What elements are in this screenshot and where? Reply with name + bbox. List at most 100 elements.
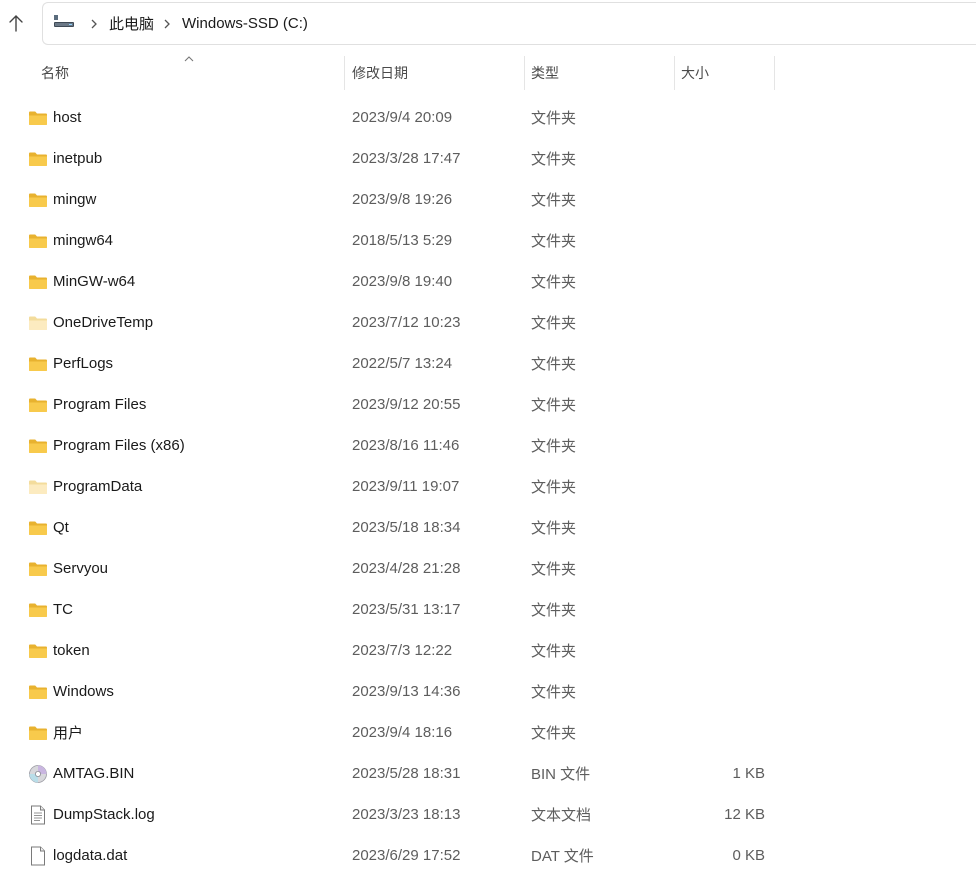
file-row[interactable]: Windows 2023/9/13 14:36 文件夹 (0, 671, 976, 712)
file-row[interactable]: logdata.dat 2023/6/29 17:52 DAT 文件 0 KB (0, 835, 976, 876)
file-date: 2022/5/7 13:24 (352, 355, 453, 372)
folder-icon (27, 220, 49, 261)
file-row[interactable]: Program Files (x86) 2023/8/16 11:46 文件夹 (0, 425, 976, 466)
file-size (680, 507, 765, 548)
folder-icon (27, 138, 49, 179)
file-size (680, 384, 765, 425)
file-row[interactable]: DumpStack.log 2023/3/23 18:13 文本文档 12 KB (0, 794, 976, 835)
file-name: DumpStack.log (53, 806, 155, 823)
file-type: 文件夹 (531, 233, 577, 250)
file-size (680, 466, 765, 507)
file-row[interactable]: ProgramData 2023/9/11 19:07 文件夹 (0, 466, 976, 507)
file-date: 2023/9/4 18:16 (352, 724, 453, 741)
file-row[interactable]: mingw64 2018/5/13 5:29 文件夹 (0, 220, 976, 261)
file-name: Program Files (53, 396, 147, 413)
file-name: Program Files (x86) (53, 437, 185, 454)
file-size: 0 KB (732, 847, 765, 864)
file-size (680, 548, 765, 589)
file-date: 2023/9/13 14:36 (352, 683, 461, 700)
file-size (680, 179, 765, 220)
folder-icon (27, 425, 49, 466)
file-row[interactable]: host 2023/9/4 20:09 文件夹 (0, 97, 976, 138)
file-date: 2023/3/23 18:13 (352, 806, 461, 823)
this-pc-icon (54, 14, 74, 27)
file-size: 12 KB (724, 806, 765, 823)
column-header-row: 名称 修改日期 类型 大小 (0, 54, 976, 92)
address-bar[interactable]: 此电脑 Windows-SSD (C:) (42, 2, 976, 45)
column-divider[interactable] (344, 56, 345, 90)
breadcrumb-this-pc[interactable]: 此电脑 (109, 13, 154, 34)
file-date: 2023/6/29 17:52 (352, 847, 461, 864)
file-name: mingw (53, 191, 97, 208)
column-header-name-label: 名称 (41, 65, 69, 81)
column-divider[interactable] (774, 56, 775, 90)
file-name: AMTAG.BIN (53, 765, 135, 782)
file-size (680, 138, 765, 179)
file-type: 文件夹 (531, 479, 577, 496)
blank-file-icon (27, 835, 49, 876)
file-name: ProgramData (53, 478, 143, 495)
file-date: 2023/8/16 11:46 (352, 437, 460, 454)
breadcrumb-chevron-icon[interactable] (160, 17, 174, 31)
file-type: 文件夹 (531, 602, 577, 619)
file-date: 2023/7/3 12:22 (352, 642, 453, 659)
file-size (680, 261, 765, 302)
file-name: token (53, 642, 90, 659)
file-size (680, 425, 765, 466)
file-type: 文件夹 (531, 643, 577, 660)
column-header-date[interactable]: 修改日期 (352, 54, 522, 92)
file-row[interactable]: mingw 2023/9/8 19:26 文件夹 (0, 179, 976, 220)
file-row[interactable]: 用户 2023/9/4 18:16 文件夹 (0, 712, 976, 753)
file-row[interactable]: Program Files 2023/9/12 20:55 文件夹 (0, 384, 976, 425)
file-row[interactable]: PerfLogs 2022/5/7 13:24 文件夹 (0, 343, 976, 384)
file-name: 用户 (53, 725, 84, 742)
file-date: 2023/7/12 10:23 (352, 314, 461, 331)
up-button[interactable] (2, 8, 30, 38)
breadcrumb-chevron-icon[interactable] (87, 17, 101, 31)
column-header-size[interactable]: 大小 (681, 54, 771, 92)
text-file-icon (27, 794, 49, 835)
file-size (680, 589, 765, 630)
file-date: 2023/9/8 19:26 (352, 191, 453, 208)
file-name: Servyou (53, 560, 109, 577)
column-header-name[interactable]: 名称 (41, 54, 341, 92)
file-type: 文件夹 (531, 356, 577, 373)
address-toolbar: 此电脑 Windows-SSD (C:) (0, 0, 976, 46)
column-header-type[interactable]: 类型 (531, 54, 671, 92)
file-row[interactable]: MinGW-w64 2023/9/8 19:40 文件夹 (0, 261, 976, 302)
file-type: 文件夹 (531, 725, 577, 742)
file-type: 文件夹 (531, 438, 577, 455)
file-name: mingw64 (53, 232, 114, 249)
file-row[interactable]: AMTAG.BIN 2023/5/28 18:31 BIN 文件 1 KB (0, 753, 976, 794)
folder-icon (27, 261, 49, 302)
file-type: 文件夹 (531, 151, 577, 168)
file-date: 2023/4/28 21:28 (352, 560, 461, 577)
file-list: host 2023/9/4 20:09 文件夹 inetpub 2023/3/28 1… (0, 97, 976, 876)
file-type: 文件夹 (531, 561, 577, 578)
column-divider[interactable] (524, 56, 525, 90)
file-size (680, 712, 765, 753)
file-name: PerfLogs (53, 355, 114, 372)
file-row[interactable]: Servyou 2023/4/28 21:28 文件夹 (0, 548, 976, 589)
disc-file-icon (27, 753, 49, 794)
folder-icon (27, 179, 49, 220)
folder-icon (27, 343, 49, 384)
file-row[interactable]: token 2023/7/3 12:22 文件夹 (0, 630, 976, 671)
file-date: 2023/9/11 19:07 (352, 478, 460, 495)
breadcrumb-drive-c[interactable]: Windows-SSD (C:) (182, 15, 308, 32)
file-date: 2023/5/18 18:34 (352, 519, 461, 536)
folder-icon (27, 589, 49, 630)
file-row[interactable]: Qt 2023/5/18 18:34 文件夹 (0, 507, 976, 548)
file-name: Qt (53, 519, 69, 536)
file-name: TC (53, 601, 73, 618)
file-row[interactable]: TC 2023/5/31 13:17 文件夹 (0, 589, 976, 630)
file-size (680, 97, 765, 138)
file-row[interactable]: inetpub 2023/3/28 17:47 文件夹 (0, 138, 976, 179)
column-divider[interactable] (674, 56, 675, 90)
file-date: 2023/3/28 17:47 (352, 150, 461, 167)
file-type: 文本文档 (531, 807, 592, 824)
file-name: MinGW-w64 (53, 273, 136, 290)
column-header-date-label: 修改日期 (352, 65, 408, 81)
file-row[interactable]: OneDriveTemp 2023/7/12 10:23 文件夹 (0, 302, 976, 343)
file-name: inetpub (53, 150, 103, 167)
